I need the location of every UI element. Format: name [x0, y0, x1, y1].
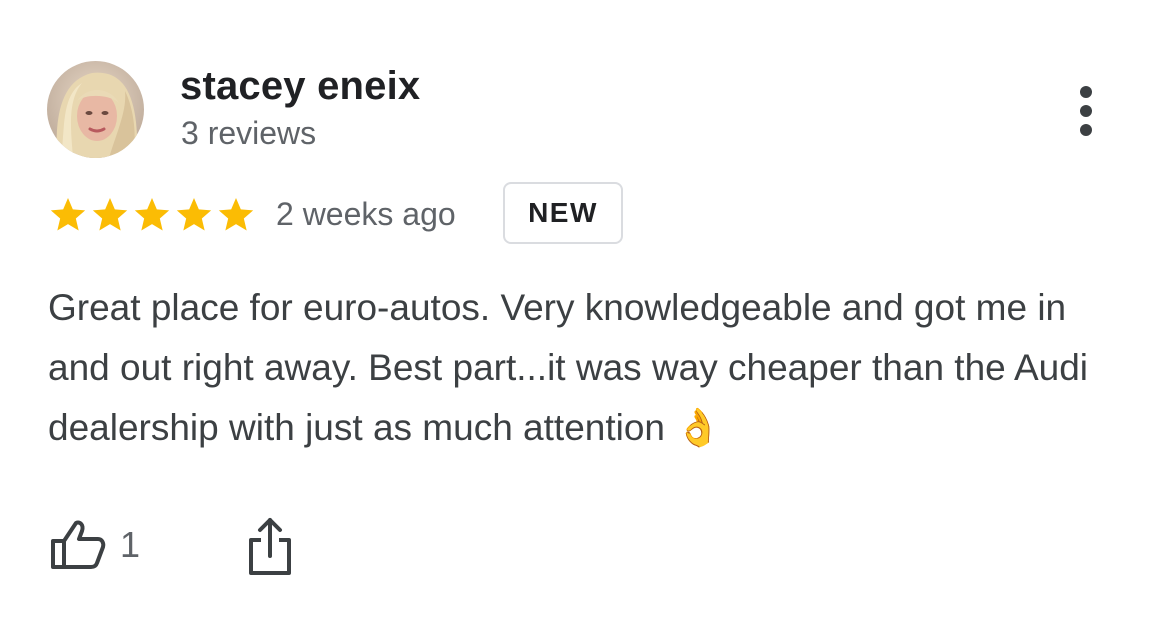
review-time: 2 weeks ago	[276, 196, 456, 232]
more-options-button[interactable]	[1066, 82, 1106, 140]
star-icon	[134, 198, 170, 231]
more-vert-icon-dot	[1080, 105, 1092, 117]
new-badge: NEW	[503, 182, 623, 244]
avatar[interactable]	[47, 61, 144, 158]
share-icon	[249, 518, 291, 575]
author-review-count[interactable]: 3 reviews	[181, 115, 316, 152]
like-count: 1	[120, 524, 141, 565]
star-rating	[47, 195, 257, 235]
star-icon	[50, 198, 86, 231]
star-icon	[218, 198, 254, 231]
share-button[interactable]	[245, 516, 295, 576]
star-icon	[92, 198, 128, 231]
more-vert-icon-dot	[1080, 124, 1092, 136]
more-vert-icon	[1080, 86, 1092, 98]
author-name[interactable]: stacey eneix	[180, 64, 420, 109]
thumb-up-icon	[51, 520, 106, 569]
review-text: Great place for euro-autos. Very knowled…	[48, 287, 1089, 448]
avatar-image	[47, 61, 144, 158]
star-icon	[176, 198, 212, 231]
like-button[interactable]: 1	[50, 515, 140, 575]
